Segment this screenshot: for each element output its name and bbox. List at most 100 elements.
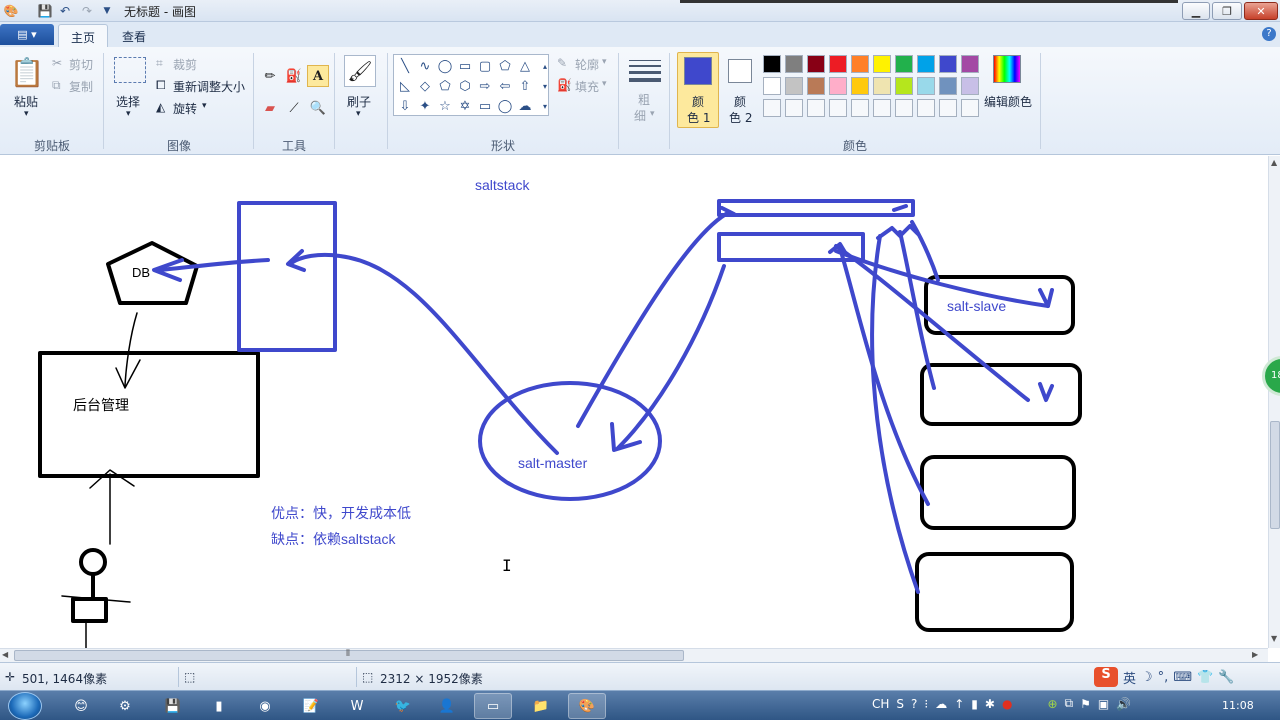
palette-swatch[interactable] xyxy=(763,55,781,73)
rectangle-shape-icon[interactable]: ▭ xyxy=(455,56,475,76)
four-point-star-shape-icon[interactable]: ✦ xyxy=(415,96,435,116)
right-arrow-shape-icon[interactable]: ⇨ xyxy=(475,76,495,96)
taskbar-save-icon[interactable]: 💾 xyxy=(154,693,192,719)
select-button[interactable]: 选择 xyxy=(116,93,140,110)
tray-weather-icon[interactable]: ☁ xyxy=(935,697,947,711)
taskbar-app-icon-4[interactable]: 🐦 xyxy=(384,693,422,719)
fill-bucket-icon[interactable]: ⛽ xyxy=(283,65,305,87)
palette-swatch[interactable] xyxy=(917,77,935,95)
polygon-shape-icon[interactable]: ⬠ xyxy=(495,56,515,76)
custom-color-slot[interactable] xyxy=(939,99,957,117)
taskbar-clock[interactable]: 11:08 xyxy=(1222,699,1254,712)
custom-color-slot[interactable] xyxy=(763,99,781,117)
taskbar-terminal-icon[interactable]: ▭ xyxy=(474,693,512,719)
tray-sogou-icon[interactable]: S xyxy=(896,697,904,711)
custom-color-slot[interactable] xyxy=(807,99,825,117)
six-point-star-shape-icon[interactable]: ✡ xyxy=(455,96,475,116)
customize-quick-access-icon[interactable]: ▼ xyxy=(98,2,116,20)
text-tool-icon[interactable]: A xyxy=(307,65,329,87)
up-arrow-shape-icon[interactable]: ⇧ xyxy=(515,76,535,96)
palette-swatch[interactable] xyxy=(807,77,825,95)
taskbar-app-icon-2[interactable]: ⚙ xyxy=(106,693,144,719)
help-icon[interactable]: ? xyxy=(1262,27,1276,41)
palette-swatch[interactable] xyxy=(763,77,781,95)
outline-dropdown-icon[interactable]: ▾ xyxy=(602,57,607,67)
custom-color-slot[interactable] xyxy=(961,99,979,117)
drawing-canvas[interactable]: saltstack DB 后台管理 salt-master salt-slave… xyxy=(0,156,1268,648)
paste-icon[interactable]: 📋 xyxy=(10,53,45,91)
oval-shape-icon[interactable]: ◯ xyxy=(435,56,455,76)
edit-colors-icon[interactable] xyxy=(993,55,1021,83)
shapes-scroll-down-icon[interactable]: ▾ xyxy=(535,76,555,96)
tray-help-icon[interactable]: ? xyxy=(911,697,917,711)
palette-swatch[interactable] xyxy=(851,55,869,73)
rotate-icon[interactable]: ◭ xyxy=(156,100,165,114)
size-label-line2[interactable]: 细 xyxy=(634,107,646,124)
taskbar-explorer-icon[interactable]: 📁 xyxy=(522,693,560,719)
left-arrow-shape-icon[interactable]: ⇦ xyxy=(495,76,515,96)
color2-swatch[interactable] xyxy=(728,59,752,83)
fill-icon[interactable]: ⛽ xyxy=(557,78,572,92)
fill-button[interactable]: 填充 xyxy=(575,78,599,95)
palette-swatch[interactable] xyxy=(829,55,847,73)
copy-button[interactable]: 复制 xyxy=(69,78,93,95)
vertical-scrollbar[interactable]: ▲ ▼ xyxy=(1268,156,1280,648)
ime-punctuation-icon[interactable]: °, xyxy=(1158,670,1169,685)
start-button[interactable] xyxy=(8,692,42,720)
tray-network-app-icon[interactable]: ✱ xyxy=(985,697,995,711)
palette-swatch[interactable] xyxy=(917,55,935,73)
rounded-rectangle-shape-icon[interactable]: ▢ xyxy=(475,56,495,76)
cloud-callout-shape-icon[interactable]: ☁ xyxy=(515,96,535,116)
size-dropdown-icon[interactable]: ▾ xyxy=(650,109,655,119)
down-arrow-shape-icon[interactable]: ⇩ xyxy=(395,96,415,116)
scroll-down-icon[interactable]: ▼ xyxy=(1271,634,1277,643)
shapes-more-icon[interactable]: ▾ xyxy=(535,96,555,116)
taskbar-app-icon-3[interactable]: ▮ xyxy=(200,693,238,719)
palette-swatch[interactable] xyxy=(873,55,891,73)
undo-icon[interactable]: ↶ xyxy=(56,2,74,20)
hexagon-shape-icon[interactable]: ⬡ xyxy=(455,76,475,96)
brush-icon[interactable]: 🖌 xyxy=(344,55,376,87)
callout-oval-shape-icon[interactable]: ◯ xyxy=(495,96,515,116)
palette-swatch[interactable] xyxy=(961,77,979,95)
cut-button[interactable]: 剪切 xyxy=(69,56,93,73)
curve-shape-icon[interactable]: ∿ xyxy=(415,56,435,76)
pentagon-shape-icon[interactable]: ⬠ xyxy=(435,76,455,96)
line-shape-icon[interactable]: ╲ xyxy=(395,56,415,76)
palette-swatch[interactable] xyxy=(829,77,847,95)
crop-icon[interactable]: ⌗ xyxy=(156,56,163,71)
tray-add-icon[interactable]: ⊕ xyxy=(1047,697,1057,711)
horizontal-scrollbar[interactable]: ◀ ⦀ ▶ xyxy=(0,648,1268,662)
palette-swatch[interactable] xyxy=(939,77,957,95)
pencil-icon[interactable]: ✏ xyxy=(259,65,281,87)
custom-color-slot[interactable] xyxy=(895,99,913,117)
rotate-dropdown-icon[interactable]: ▾ xyxy=(202,101,207,111)
outline-icon[interactable]: ✎ xyxy=(557,56,567,70)
tray-record-icon[interactable]: ● xyxy=(1002,697,1012,711)
color2-label-a[interactable]: 颜 xyxy=(734,93,746,110)
resize-icon[interactable]: ⧠ xyxy=(156,78,166,93)
sogou-ime-icon[interactable]: S xyxy=(1094,667,1118,687)
minimize-button[interactable]: ▁ xyxy=(1182,2,1210,20)
tray-app-icon[interactable]: ▮ xyxy=(971,697,978,711)
magnifier-icon[interactable]: 🔍 xyxy=(307,97,329,119)
edit-colors-button[interactable]: 编辑颜色 xyxy=(984,93,1032,110)
outline-button[interactable]: 轮廓 xyxy=(575,56,599,73)
taskbar-paint-icon[interactable]: 🎨 xyxy=(568,693,606,719)
palette-swatch[interactable] xyxy=(851,77,869,95)
tab-home[interactable]: 主页 xyxy=(58,24,109,47)
color2-label-b[interactable]: 色 2 xyxy=(729,109,752,126)
palette-swatch[interactable] xyxy=(785,55,803,73)
rotate-button[interactable]: 旋转 xyxy=(173,100,197,117)
custom-color-slot[interactable] xyxy=(917,99,935,117)
brushes-dropdown-icon[interactable]: ▾ xyxy=(356,109,361,119)
palette-swatch[interactable] xyxy=(895,77,913,95)
color1-swatch[interactable] xyxy=(684,57,712,85)
custom-color-slot[interactable] xyxy=(829,99,847,117)
custom-color-slot[interactable] xyxy=(873,99,891,117)
tray-pin-icon[interactable]: ↑ xyxy=(954,697,964,711)
palette-swatch[interactable] xyxy=(807,55,825,73)
crop-button[interactable]: 裁剪 xyxy=(173,56,197,73)
select-icon[interactable] xyxy=(114,57,146,83)
palette-swatch[interactable] xyxy=(873,77,891,95)
